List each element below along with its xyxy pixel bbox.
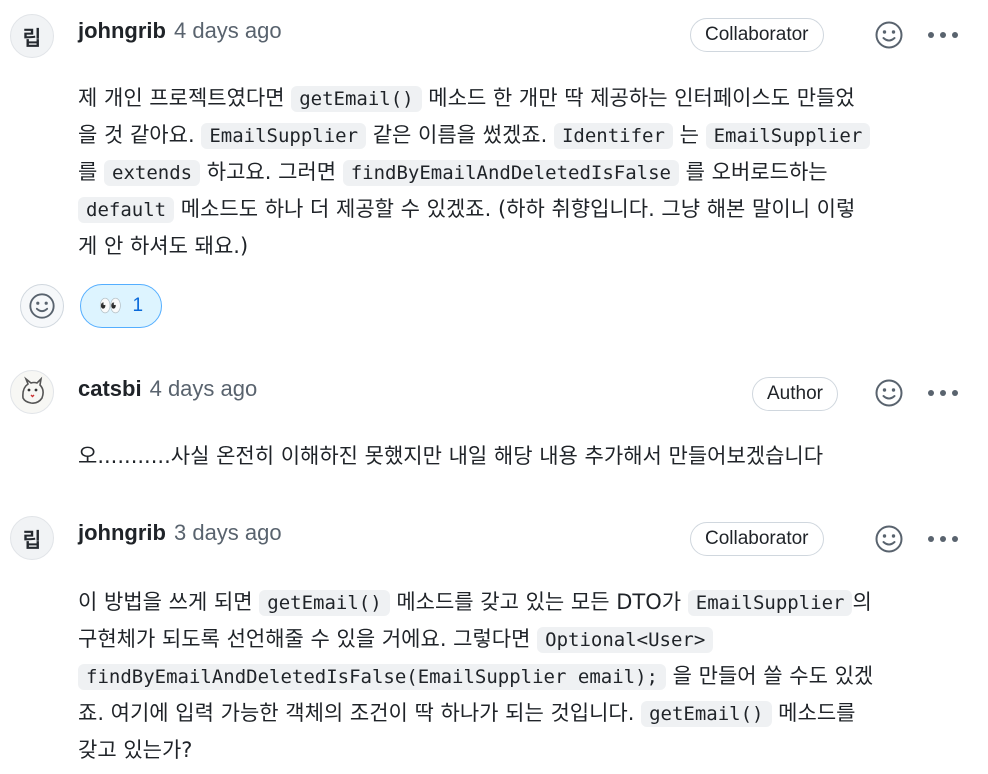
smiley-icon <box>875 525 903 553</box>
comment-text: 오...........사실 온전히 이해하진 못했지만 내일 해당 내용 추가… <box>78 444 824 468</box>
comment-text: 제 개인 프로젝트였다면 <box>78 86 292 110</box>
add-reaction-button[interactable] <box>872 18 906 52</box>
inline-code: findByEmailAndDeletedIsFalse <box>342 160 679 186</box>
comment-header: johngrib 3 days ago <box>78 520 282 546</box>
smiley-icon <box>29 293 55 319</box>
comment-text: 를 오버로드하는 <box>679 160 828 184</box>
comment-line: 죠. 여기에 입력 가능한 객체의 조건이 딱 하나가 되는 것입니다. get… <box>78 695 968 732</box>
smiley-icon <box>875 379 903 407</box>
comment-text: 하고요. 그러면 <box>200 160 343 184</box>
kebab-horizontal-icon <box>928 536 958 542</box>
more-options-button[interactable] <box>926 522 960 556</box>
add-reaction-button[interactable] <box>872 522 906 556</box>
comment-line: 를 extends 하고요. 그러면 findByEmailAndDeleted… <box>78 154 968 191</box>
cat-avatar-icon <box>22 376 44 404</box>
timestamp[interactable]: 4 days ago <box>174 18 282 43</box>
comment-text: 을 것 같아요. <box>78 123 202 147</box>
comment-header: johngrib 4 days ago <box>78 18 282 44</box>
reaction-count: 1 <box>132 295 144 316</box>
author-name[interactable]: johngrib <box>78 520 166 545</box>
author-name[interactable]: catsbi <box>78 376 142 401</box>
kebab-horizontal-icon <box>928 390 958 396</box>
comment-text: 메소드를 갖고 있는 모든 DTO가 <box>389 590 688 614</box>
comment-text: 는 <box>672 123 706 147</box>
inline-code: Identifer <box>553 123 673 149</box>
comment-body: 이 방법을 쓰게 되면 getEmail() 메소드를 갖고 있는 모든 DTO… <box>78 584 968 768</box>
reaction-eyes[interactable]: 👀 1 <box>80 284 162 328</box>
inline-code: EmailSupplier <box>687 590 853 616</box>
kebab-horizontal-icon <box>928 32 958 38</box>
comment-line: 제 개인 프로젝트였다면 getEmail() 메소드 한 개만 딱 제공하는 … <box>78 80 968 117</box>
inline-code: getEmail() <box>641 701 772 727</box>
more-options-button[interactable] <box>926 18 960 52</box>
comment-line: 이 방법을 쓰게 되면 getEmail() 메소드를 갖고 있는 모든 DTO… <box>78 584 968 621</box>
avatar[interactable] <box>10 370 54 414</box>
comment-line: 구현체가 되도록 선언해줄 수 있을 거에요. 그렇다면 Optional<Us… <box>78 621 968 658</box>
comment-text: 메소드도 하나 더 제공할 수 있겠죠. (하하 취향입니다. 그냥 해본 말이… <box>174 197 856 221</box>
more-options-button[interactable] <box>926 376 960 410</box>
author-name[interactable]: johngrib <box>78 18 166 43</box>
comment-text: 를 <box>78 160 104 184</box>
avatar[interactable]: 립 <box>10 14 54 58</box>
comment-line: default 메소드도 하나 더 제공할 수 있겠죠. (하하 취향입니다. … <box>78 191 968 228</box>
inline-code: EmailSupplier <box>201 123 367 149</box>
inline-code: EmailSupplier <box>705 123 871 149</box>
add-reaction-button[interactable] <box>872 376 906 410</box>
add-reaction-button[interactable] <box>20 284 64 328</box>
comment-body: 제 개인 프로젝트였다면 getEmail() 메소드 한 개만 딱 제공하는 … <box>78 80 968 264</box>
inline-code: getEmail() <box>259 590 390 616</box>
timestamp[interactable]: 4 days ago <box>150 376 258 401</box>
comment-line: 갖고 있는가? <box>78 732 968 768</box>
inline-code: default <box>78 197 175 223</box>
smiley-icon <box>875 21 903 49</box>
comment-header: catsbi 4 days ago <box>78 376 257 402</box>
comment-text: 의 <box>852 590 872 614</box>
comment-text: 구현체가 되도록 선언해줄 수 있을 거에요. 그렇다면 <box>78 627 538 651</box>
comment-text: 같은 이름을 썼겠죠. <box>366 123 554 147</box>
comment-text: 게 안 하셔도 돼요.) <box>78 234 249 258</box>
comment-body: 오...........사실 온전히 이해하진 못했지만 내일 해당 내용 추가… <box>78 438 968 474</box>
comment-text: 메소드 한 개만 딱 제공하는 인터페이스도 만들었 <box>421 86 855 110</box>
eyes-emoji: 👀 <box>98 296 123 317</box>
collaborator-badge: Collaborator <box>690 522 824 556</box>
comment-text: 죠. 여기에 입력 가능한 객체의 조건이 딱 하나가 되는 것입니다. <box>78 701 642 725</box>
timestamp[interactable]: 3 days ago <box>174 520 282 545</box>
avatar[interactable]: 립 <box>10 516 54 560</box>
inline-code: extends <box>104 160 201 186</box>
comment-text: 이 방법을 쓰게 되면 <box>78 590 260 614</box>
inline-code: findByEmailAndDeletedIsFalse(EmailSuppli… <box>78 664 666 690</box>
comment-text: 을 만들어 쓸 수도 있겠 <box>665 664 874 688</box>
collaborator-badge: Collaborator <box>690 18 824 52</box>
inline-code: Optional<User> <box>537 627 714 653</box>
inline-code: getEmail() <box>291 86 422 112</box>
author-badge: Author <box>752 377 838 411</box>
comment-line: findByEmailAndDeletedIsFalse(EmailSuppli… <box>78 658 968 695</box>
comment-text: 갖고 있는가? <box>78 738 193 762</box>
comment-line: 을 것 같아요. EmailSupplier 같은 이름을 썼겠죠. Ident… <box>78 117 968 154</box>
comment-text: 메소드를 <box>771 701 856 725</box>
comment-line: 게 안 하셔도 돼요.) <box>78 228 968 264</box>
